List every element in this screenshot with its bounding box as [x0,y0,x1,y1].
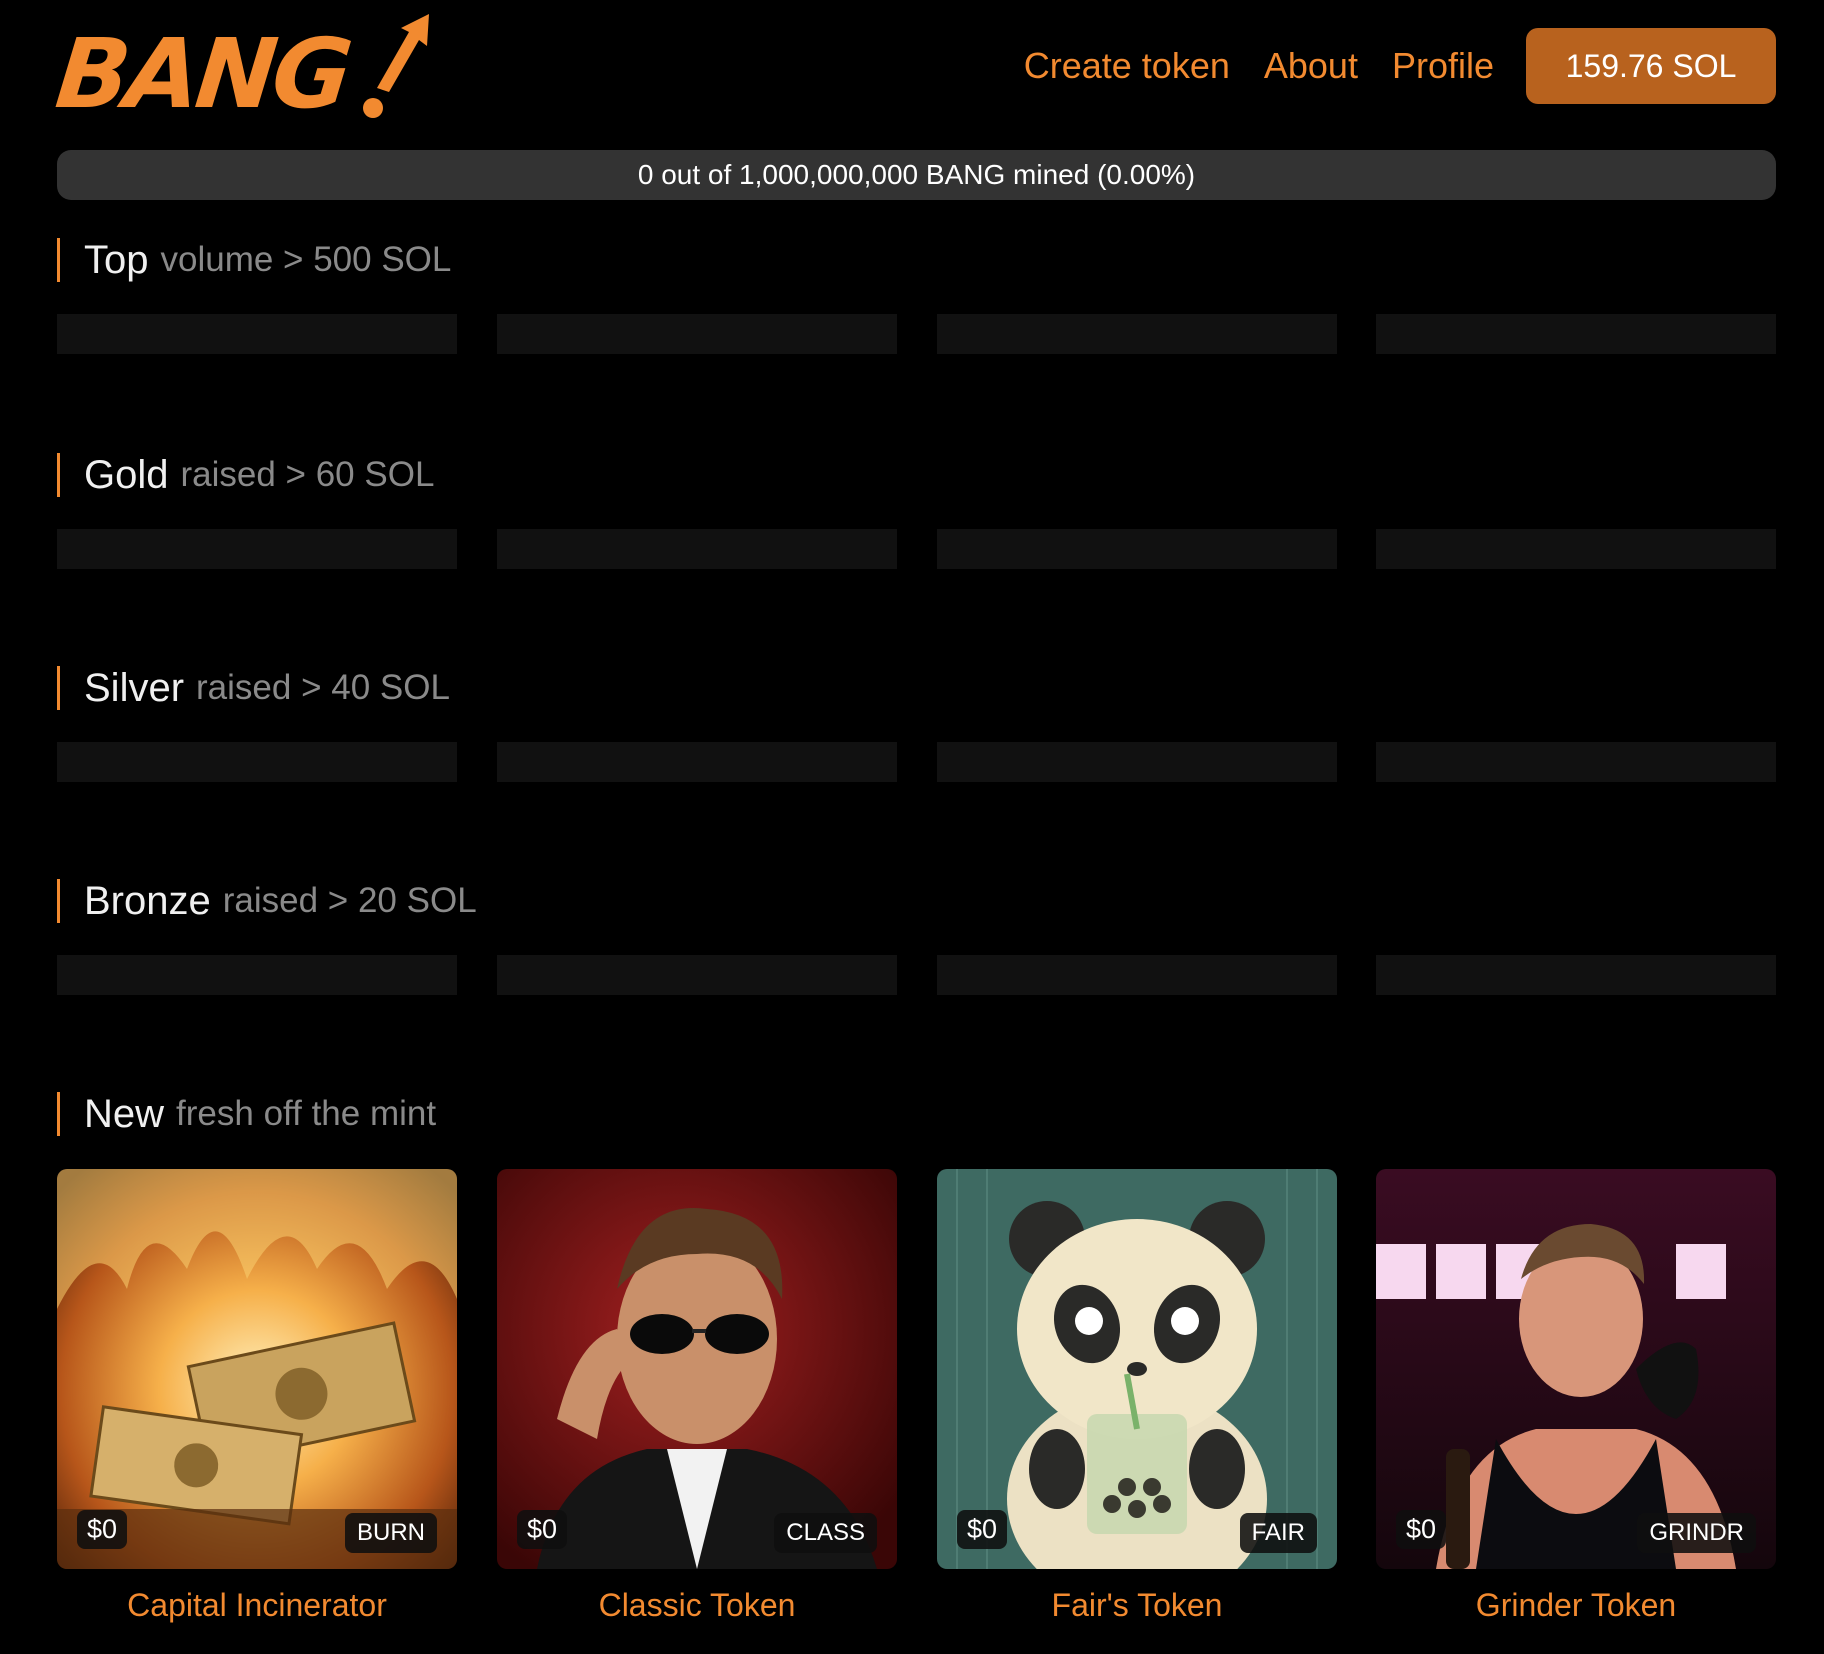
loading-placeholder [497,314,897,354]
price-badge: $0 [77,1510,128,1549]
loading-placeholder [57,529,457,569]
loading-placeholder [937,955,1337,995]
loading-placeholder [57,742,457,782]
section-title-main: Silver [84,665,185,710]
loading-placeholder [1376,529,1776,569]
token-name[interactable]: Capital Incinerator [57,1587,457,1624]
price-badge: $0 [957,1510,1008,1549]
section-title: Bronze raised > 20 SOL [57,879,1776,923]
mining-progress-bar: 0 out of 1,000,000,000 BANG mined (0.00%… [57,150,1776,200]
loading-placeholder [497,529,897,569]
ticker-badge: BURN [344,1513,437,1553]
loading-placeholder [1376,955,1776,995]
price-badge: $0 [1396,1510,1447,1549]
loading-placeholder [1376,314,1776,354]
section-title-sub: fresh off the mint [176,1094,437,1133]
loading-placeholder [937,529,1337,569]
token-image-man-neon-bar[interactable]: $0 GRINDR [1376,1169,1776,1569]
section-top: Top volume > 500 SOL [57,238,1776,354]
section-title-sub: raised > 20 SOL [222,881,477,920]
loading-placeholder [57,314,457,354]
loading-placeholder [57,955,457,995]
section-title-main: Gold [84,452,169,497]
loading-placeholder [497,742,897,782]
logo-text: BANG [51,18,354,130]
loading-row [57,314,1776,354]
token-image-burning-money[interactable]: $0 BURN [57,1169,457,1569]
loading-row [57,955,1776,995]
section-title: Silver raised > 40 SOL [57,666,1776,710]
bang-logo[interactable]: BANG [51,10,429,130]
loading-placeholder [497,955,897,995]
loading-row [57,742,1776,782]
token-name[interactable]: Classic Token [497,1587,897,1624]
section-bronze: Bronze raised > 20 SOL [57,879,1776,995]
section-title-main: Top [84,237,149,282]
header: BANG Create token About Profile 159.76 S… [51,10,1776,130]
exclamation-arrow-icon [363,14,429,118]
ticker-badge: CLASS [774,1513,877,1553]
ticker-badge: FAIR [1239,1513,1317,1553]
section-title-main: New [84,1091,165,1136]
ticker-badge: GRINDR [1637,1513,1756,1553]
top-nav: Create token About Profile 159.76 SOL [1024,28,1776,104]
loading-placeholder [937,314,1337,354]
nav-about[interactable]: About [1264,45,1358,87]
section-title: Top volume > 500 SOL [57,238,1776,282]
loading-placeholder [1376,742,1776,782]
token-name[interactable]: Fair's Token [937,1587,1337,1624]
token-image-panda-boba[interactable]: $0 FAIR [937,1169,1337,1569]
nav-create-token[interactable]: Create token [1024,45,1230,87]
section-title-sub: raised > 40 SOL [196,668,450,707]
nav-profile[interactable]: Profile [1392,45,1494,87]
section-title-sub: raised > 60 SOL [180,455,435,494]
section-gold: Gold raised > 60 SOL [57,453,1776,569]
token-card[interactable]: $0 BURN Capital Incinerator [57,1169,457,1623]
wallet-balance-button[interactable]: 159.76 SOL [1526,28,1776,104]
price-badge: $0 [517,1510,568,1549]
token-image-man-sunglasses[interactable]: $0 CLASS [497,1169,897,1569]
token-card[interactable]: $0 GRINDR Grinder Token [1376,1169,1776,1623]
token-card[interactable]: $0 CLASS Classic Token [497,1169,897,1623]
loading-row [57,529,1776,569]
section-title-main: Bronze [84,878,211,923]
mining-progress-text: 0 out of 1,000,000,000 BANG mined (0.00%… [637,159,1196,190]
section-new: New fresh off the mint $0 BURN Capital I… [57,1092,1776,1623]
token-name[interactable]: Grinder Token [1376,1587,1776,1624]
token-card[interactable]: $0 FAIR Fair's Token [937,1169,1337,1623]
token-grid: $0 BURN Capital Incinerator $0 CLASS Cla… [57,1169,1776,1649]
loading-placeholder [937,742,1337,782]
section-title: New fresh off the mint [57,1092,1776,1136]
section-silver: Silver raised > 40 SOL [57,666,1776,782]
section-title: Gold raised > 60 SOL [57,453,1776,497]
section-title-sub: volume > 500 SOL [160,240,452,279]
